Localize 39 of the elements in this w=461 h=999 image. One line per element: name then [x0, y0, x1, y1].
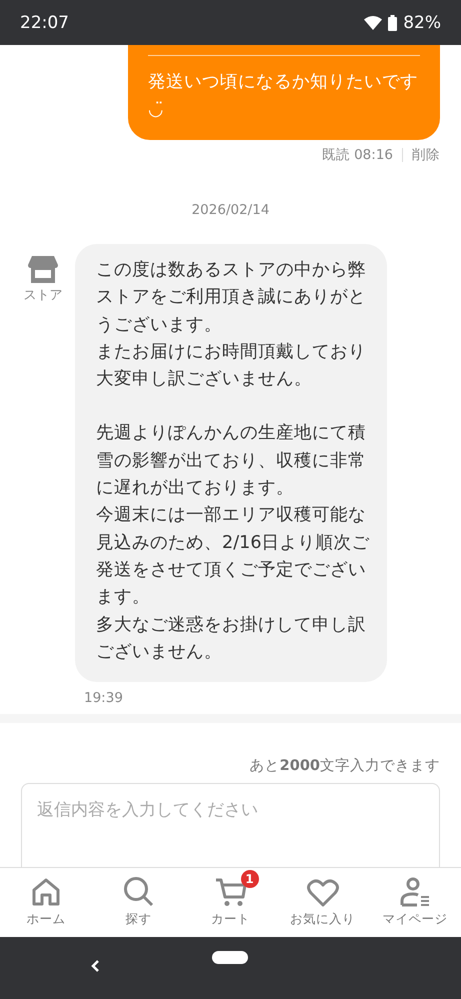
- message-line: ます。: [96, 586, 151, 610]
- read-status: 既読 08:16: [322, 146, 393, 164]
- message-line: 先週よりぽんかんの生産地にて積: [96, 422, 367, 446]
- battery-icon: [388, 14, 398, 30]
- search-icon: [122, 876, 154, 907]
- tab-bar-item[interactable]: お気に入り: [276, 868, 369, 937]
- battery-level: 82%: [403, 12, 441, 32]
- person-icon: [400, 877, 430, 907]
- delete-link[interactable]: 削除: [412, 146, 440, 164]
- clock: 22:07: [20, 12, 70, 32]
- date-label: 2026/02/14: [190, 202, 270, 218]
- message-line: 大変申し訳ございません。: [96, 368, 313, 392]
- message-line: うございます。: [96, 314, 223, 337]
- home-handle[interactable]: [212, 951, 248, 964]
- message-time: 19:39: [84, 690, 124, 706]
- message-line: 多大なご迷惑をお掛けして申し訳: [96, 614, 367, 637]
- reply-field[interactable]: 返信内容を入力してください: [21, 783, 440, 867]
- message-line: に遅れが出ております。: [96, 477, 295, 500]
- wifi-icon: [364, 16, 382, 30]
- cart-icon: [216, 878, 246, 907]
- message-line: 見込みのため、2/16日より順次ご: [96, 532, 367, 555]
- message-text: 発送いつ頃になるか知りたいです ◡̈: [148, 72, 418, 120]
- sender-name: ストア: [24, 287, 62, 304]
- message-line: 発送をさせて頂くご予定でござい: [96, 558, 367, 582]
- message-line: ございません。: [96, 640, 223, 664]
- heart-icon: [306, 879, 339, 907]
- message-line: 今週末には一部エリア収穫可能な: [96, 504, 367, 528]
- message-line: 雪の影響が出ており、収穫に非常: [96, 450, 367, 473]
- message-line: またお届けにお時間頂戴しており: [96, 340, 367, 364]
- store-icon: [28, 256, 58, 283]
- home-icon: [31, 877, 62, 907]
- tab-bar-item[interactable]: マイページ: [368, 868, 461, 937]
- message-line: この度は数あるストアの中から弊: [96, 259, 367, 282]
- message-line: ストアをご利用頂き誠にありがと: [96, 286, 367, 310]
- tab-bar-item[interactable]: 探す: [92, 868, 184, 937]
- back-icon[interactable]: [90, 959, 100, 973]
- cart-count-badge: 1: [240, 870, 258, 888]
- tab-bar-item[interactable]: 1 カート: [184, 868, 277, 937]
- tab-bar-item[interactable]: ホーム: [0, 868, 92, 937]
